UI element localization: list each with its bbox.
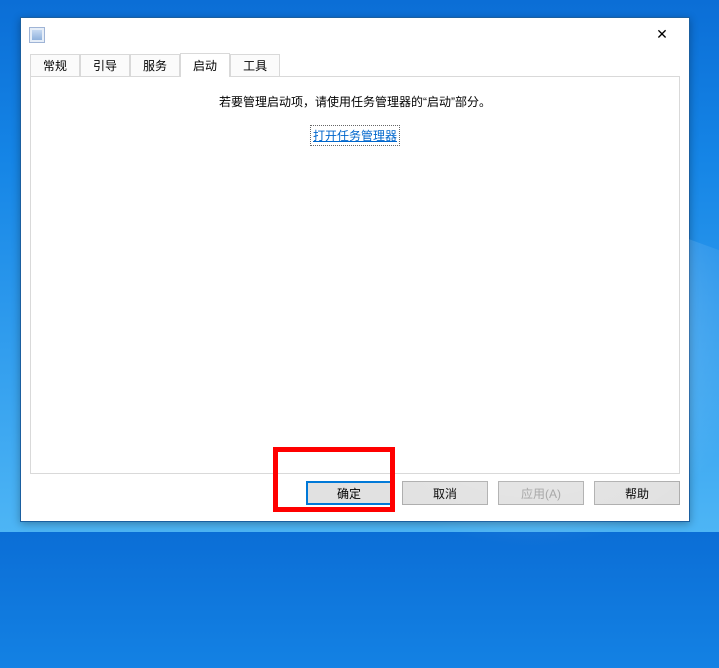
tab-general[interactable]: 常规 [30,54,80,76]
tabstrip: 常规 引导 服务 启动 工具 [30,52,680,76]
tabpage-startup: 若要管理启动项，请使用任务管理器的“启动”部分。 打开任务管理器 [30,76,680,474]
tab-label: 常规 [43,57,67,74]
tab-tools[interactable]: 工具 [230,54,280,76]
tab-label: 工具 [243,57,267,74]
msconfig-window: ✕ 常规 引导 服务 启动 工具 若要管理启动项，请使用任务管理器的“启动”部分… [20,17,690,522]
tab-label: 启动 [193,57,217,74]
tab-label: 服务 [143,57,167,74]
close-button[interactable]: ✕ [639,20,685,50]
app-icon [29,27,45,43]
apply-button: 应用(A) [498,481,584,505]
open-task-manager-link[interactable]: 打开任务管理器 [312,127,398,144]
help-button[interactable]: 帮助 [594,481,680,505]
tab-boot[interactable]: 引导 [80,54,130,76]
cancel-button[interactable]: 取消 [402,481,488,505]
close-icon: ✕ [656,26,668,43]
client-area: 常规 引导 服务 启动 工具 若要管理启动项，请使用任务管理器的“启动”部分。 … [21,51,689,521]
titlebar[interactable]: ✕ [21,18,689,51]
dialog-buttons: 确定 取消 应用(A) 帮助 [30,474,680,512]
startup-message: 若要管理启动项，请使用任务管理器的“启动”部分。 [31,93,679,110]
ok-button[interactable]: 确定 [306,481,392,505]
tab-startup[interactable]: 启动 [180,53,230,77]
tab-services[interactable]: 服务 [130,54,180,76]
tab-label: 引导 [93,57,117,74]
titlebar-left [29,27,51,43]
